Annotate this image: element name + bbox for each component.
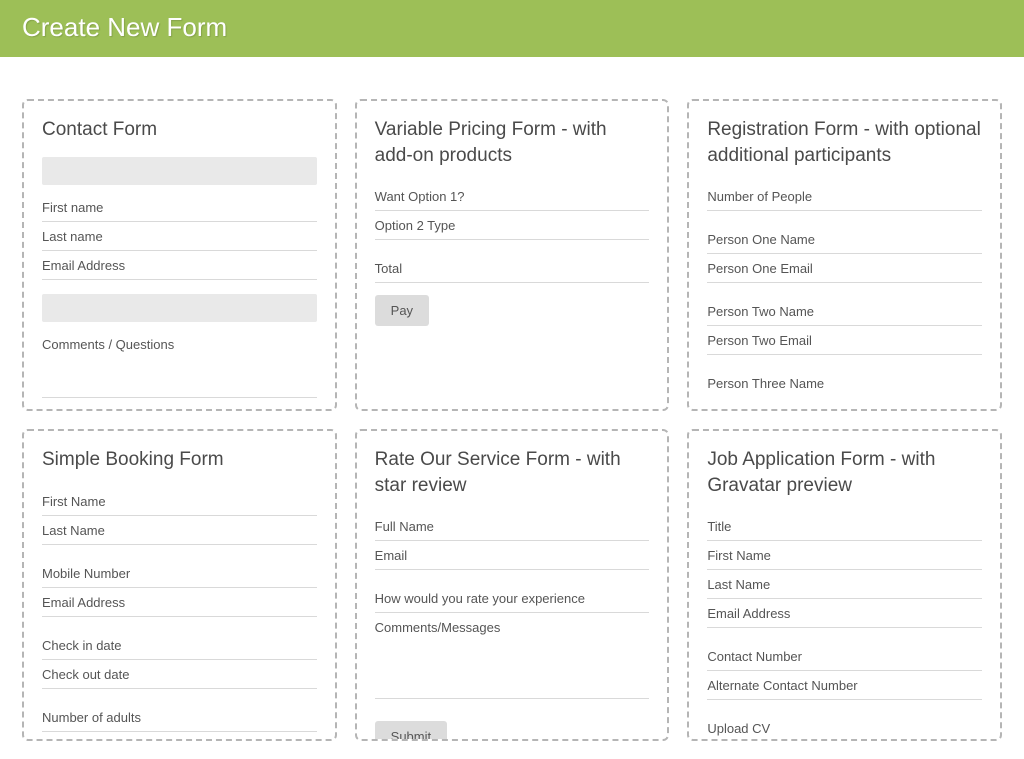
- field-comments: Comments/Messages: [375, 613, 650, 641]
- gap: [707, 355, 982, 369]
- template-card-booking[interactable]: Simple Booking Form First Name Last Name…: [22, 429, 337, 741]
- card-title: Contact Form: [42, 117, 317, 143]
- gap: [375, 240, 650, 254]
- field-checkout: Check out date: [42, 660, 317, 689]
- template-card-job-application[interactable]: Job Application Form - with Gravatar pre…: [687, 429, 1002, 741]
- field-title: Title: [707, 512, 982, 541]
- gap: [42, 545, 317, 559]
- field-num-people: Number of People: [707, 182, 982, 211]
- page-header: Create New Form: [0, 0, 1024, 57]
- gap: [375, 570, 650, 584]
- field-email: Email Address: [42, 251, 317, 280]
- field-last-name: Last name: [42, 222, 317, 251]
- field-p2-email: Person Two Email: [707, 326, 982, 355]
- field-rating: How would you rate your experience: [375, 584, 650, 613]
- gap: [42, 617, 317, 631]
- card-title: Rate Our Service Form - with star review: [375, 447, 650, 498]
- field-upload-cv: Upload CV: [707, 714, 982, 741]
- field-last-name: Last Name: [707, 570, 982, 599]
- gap: [42, 689, 317, 703]
- pay-button[interactable]: Pay: [375, 295, 429, 326]
- gap: [42, 280, 317, 294]
- template-card-variable-pricing[interactable]: Variable Pricing Form - with add-on prod…: [355, 99, 670, 411]
- field-total: Total: [375, 254, 650, 283]
- field-email: Email Address: [707, 599, 982, 628]
- textarea-placeholder: [375, 641, 650, 699]
- field-children: Number of children: [42, 732, 317, 741]
- field-option1: Want Option 1?: [375, 182, 650, 211]
- card-title: Variable Pricing Form - with add-on prod…: [375, 117, 650, 168]
- textarea-placeholder: [42, 358, 317, 398]
- field-full-name: Full Name: [375, 512, 650, 541]
- card-title: Registration Form - with optional additi…: [707, 117, 982, 168]
- placeholder-block: [42, 157, 317, 185]
- field-last-name: Last Name: [42, 516, 317, 545]
- field-alt-contact: Alternate Contact Number: [707, 671, 982, 700]
- template-grid: Contact Form First name Last name Email …: [0, 57, 1024, 741]
- field-checkin: Check in date: [42, 631, 317, 660]
- field-p3-name: Person Three Name: [707, 369, 982, 397]
- field-p1-name: Person One Name: [707, 225, 982, 254]
- field-contact: Contact Number: [707, 642, 982, 671]
- template-card-registration[interactable]: Registration Form - with optional additi…: [687, 99, 1002, 411]
- field-comments: Comments / Questions: [42, 330, 317, 358]
- submit-button[interactable]: Submit: [375, 721, 447, 741]
- field-p1-email: Person One Email: [707, 254, 982, 283]
- field-p2-name: Person Two Name: [707, 297, 982, 326]
- template-card-rate-service[interactable]: Rate Our Service Form - with star review…: [355, 429, 670, 741]
- placeholder-block: [42, 294, 317, 322]
- field-first-name: First Name: [707, 541, 982, 570]
- card-title: Job Application Form - with Gravatar pre…: [707, 447, 982, 498]
- gap: [707, 628, 982, 642]
- field-mobile: Mobile Number: [42, 559, 317, 588]
- template-card-contact[interactable]: Contact Form First name Last name Email …: [22, 99, 337, 411]
- field-first-name: First Name: [42, 487, 317, 516]
- gap: [707, 283, 982, 297]
- field-first-name: First name: [42, 193, 317, 222]
- field-email: Email: [375, 541, 650, 570]
- gap: [707, 700, 982, 714]
- gap: [707, 211, 982, 225]
- field-adults: Number of adults: [42, 703, 317, 732]
- card-title: Simple Booking Form: [42, 447, 317, 473]
- page-title: Create New Form: [22, 12, 1002, 43]
- field-option2: Option 2 Type: [375, 211, 650, 240]
- field-email: Email Address: [42, 588, 317, 617]
